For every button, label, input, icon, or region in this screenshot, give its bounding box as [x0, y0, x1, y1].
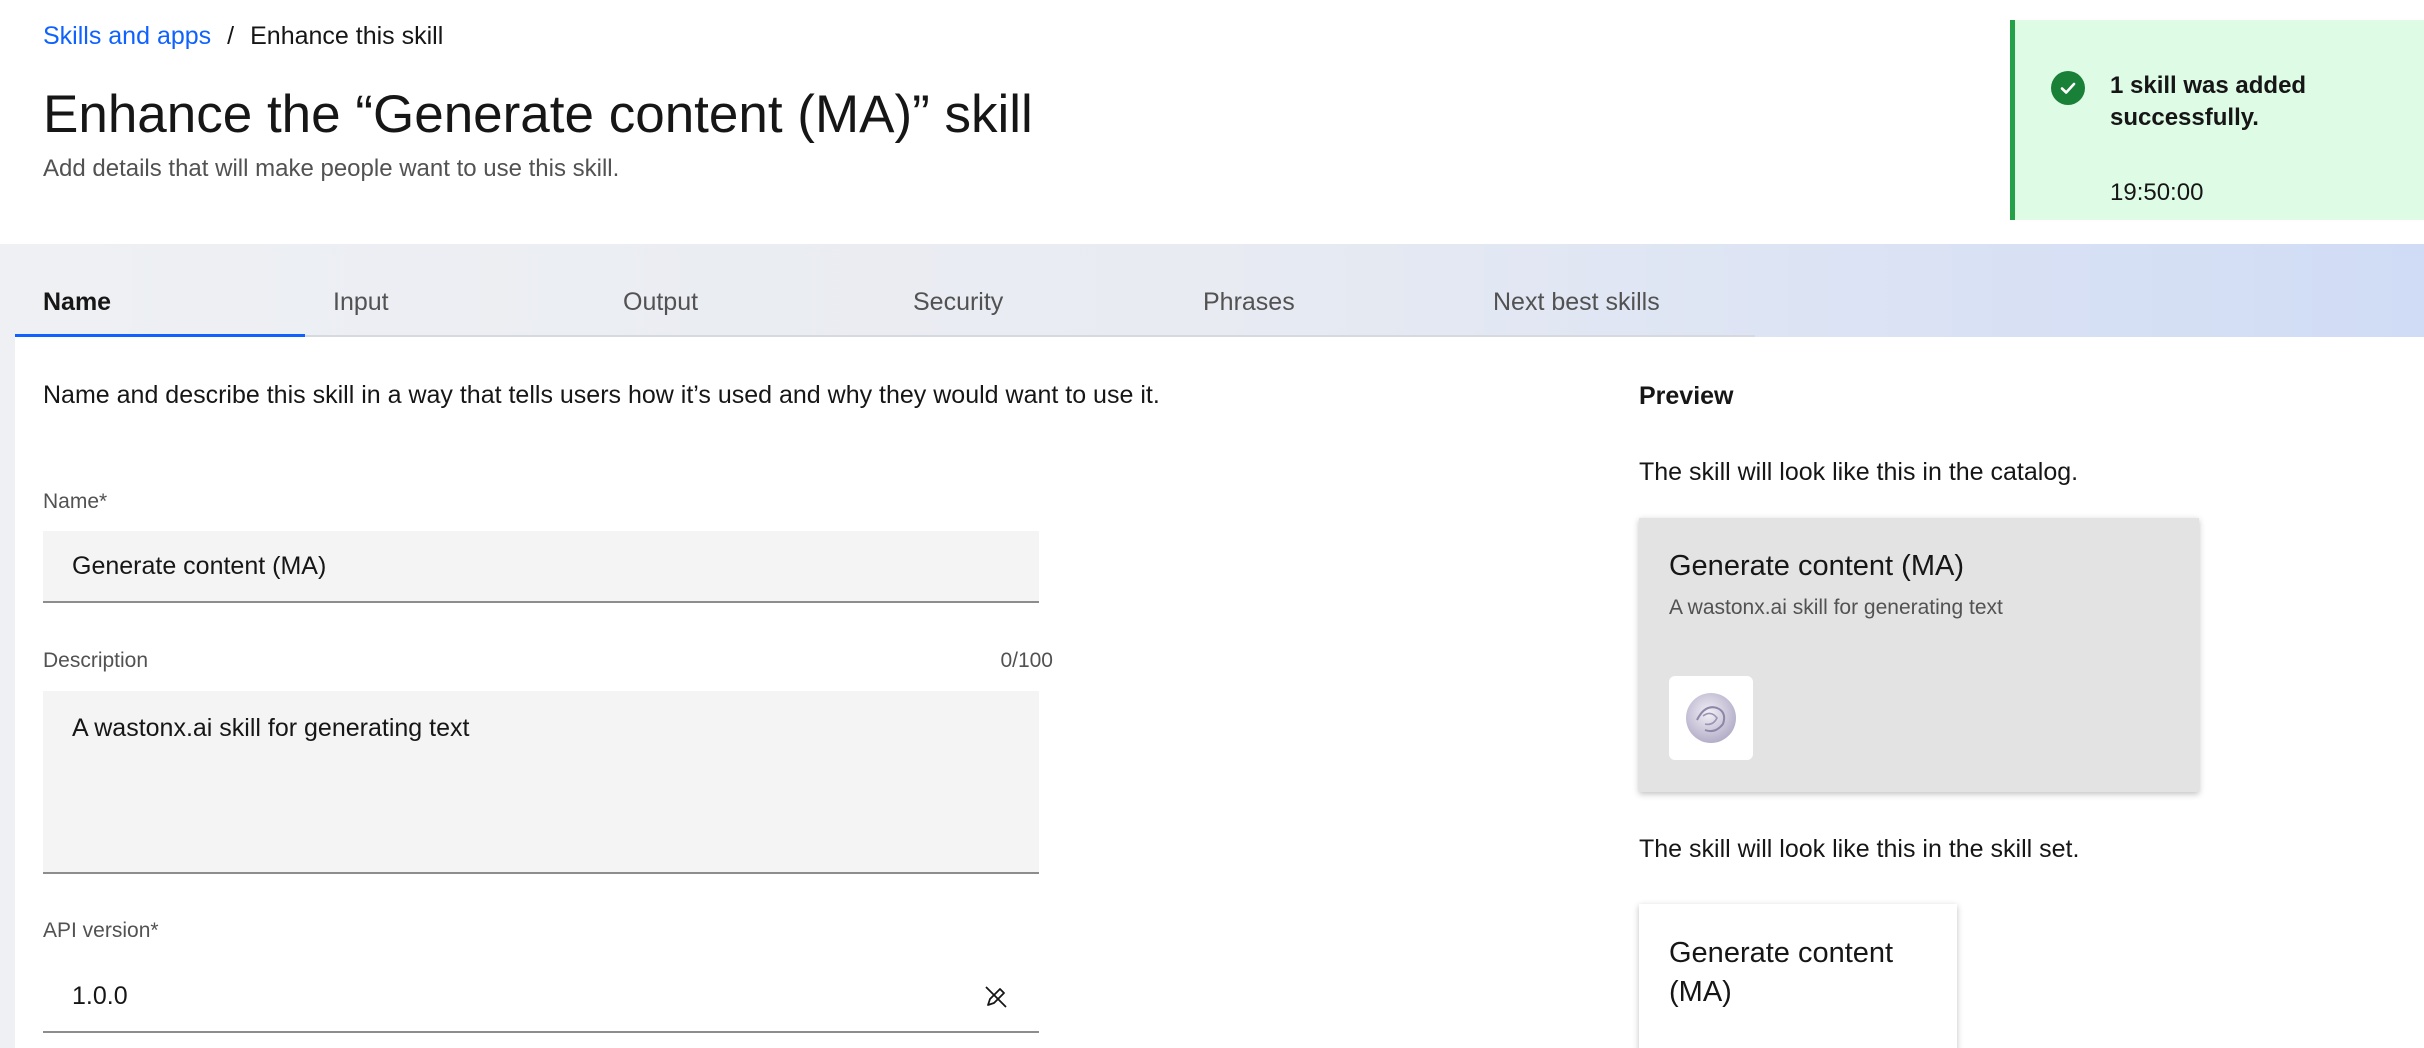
page-title: Enhance the “Generate content (MA)” skil… — [43, 85, 1033, 144]
breadcrumb-separator: / — [227, 22, 235, 50]
page-subtitle: Add details that will make people want t… — [43, 155, 620, 182]
checkmark-filled-icon — [2051, 71, 2085, 105]
tab-phrases-label: Phrases — [1203, 288, 1295, 316]
form-intro-text: Name and describe this skill in a way th… — [43, 381, 1160, 409]
catalog-card-title: Generate content (MA) — [1669, 550, 1964, 582]
toast-time: 19:50:00 — [2110, 179, 2204, 206]
api-version-field-label: API version* — [43, 919, 159, 942]
tab-bar: Name Input Output Security Phrases Next … — [15, 244, 1755, 337]
tab-output[interactable]: Output — [595, 244, 885, 337]
tab-output-label: Output — [623, 288, 699, 316]
tab-security[interactable]: Security — [885, 244, 1175, 337]
name-input[interactable] — [43, 531, 1039, 603]
tab-input[interactable]: Input — [305, 244, 595, 337]
catalog-preview-card: Generate content (MA) A wastonx.ai skill… — [1639, 518, 2199, 792]
catalog-preview-text: The skill will look like this in the cat… — [1639, 458, 2079, 486]
edit-off-icon[interactable] — [981, 982, 1011, 1012]
tab-phrases[interactable]: Phrases — [1175, 244, 1465, 337]
tab-name[interactable]: Name — [15, 244, 305, 337]
watsonx-logo-icon — [1669, 676, 1753, 760]
skillset-card-title: Generate content (MA) — [1669, 937, 1894, 1008]
description-field-label: Description — [43, 649, 149, 672]
preview-heading: Preview — [1639, 382, 1734, 410]
tab-input-label: Input — [333, 288, 389, 316]
success-toast: 1 skill was added successfully. 19:50:00 — [2010, 20, 2424, 220]
breadcrumb-current: Enhance this skill — [250, 22, 444, 50]
catalog-card-description: A wastonx.ai skill for generating text — [1669, 596, 2003, 619]
name-field-label: Name* — [43, 490, 108, 513]
tab-next-best-skills-label: Next best skills — [1493, 288, 1660, 316]
tab-security-label: Security — [913, 288, 1004, 316]
skillset-preview-text: The skill will look like this in the ski… — [1639, 835, 2080, 863]
breadcrumb-skills-and-apps-link[interactable]: Skills and apps — [43, 22, 211, 51]
skillset-preview-card: Generate content (MA) — [1639, 904, 1957, 1048]
content-band: Name Input Output Security Phrases Next … — [0, 244, 2424, 1048]
api-version-input[interactable] — [43, 961, 1039, 1033]
name-tab-panel: Name and describe this skill in a way th… — [15, 337, 2424, 1048]
toast-title: 1 skill was added successfully. — [2110, 72, 2307, 131]
description-char-counter: 0/100 — [1000, 649, 1053, 672]
breadcrumb: Skills and apps / Enhance this skill — [43, 22, 443, 51]
description-textarea[interactable]: A wastonx.ai skill for generating text — [43, 691, 1039, 874]
tab-next-best-skills[interactable]: Next best skills — [1465, 244, 1755, 337]
tab-name-label: Name — [43, 288, 112, 316]
